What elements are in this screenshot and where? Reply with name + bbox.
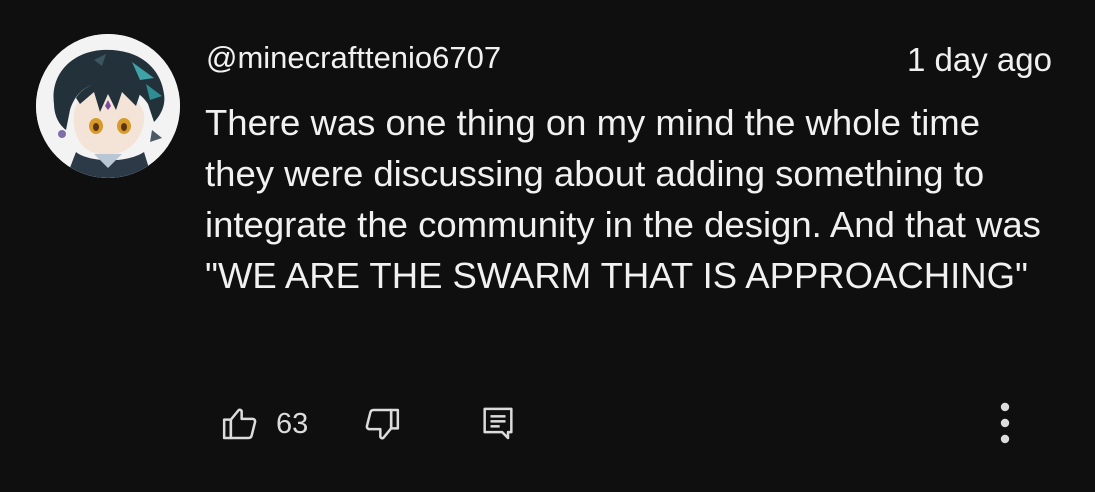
reply-button[interactable] bbox=[474, 400, 522, 446]
like-count: 63 bbox=[276, 408, 309, 440]
avatar-image bbox=[36, 34, 180, 178]
reply-comment-icon bbox=[483, 407, 513, 440]
thumbs-up-icon bbox=[222, 408, 257, 440]
thumbs-down-icon bbox=[365, 408, 400, 440]
dislike-button[interactable] bbox=[358, 402, 406, 448]
like-button[interactable] bbox=[216, 400, 264, 446]
comment-text: There was one thing on my mind the whole… bbox=[205, 102, 1041, 296]
more-options-button[interactable] bbox=[988, 396, 1022, 450]
comment-author[interactable]: @minecrafttenio6707 bbox=[206, 38, 501, 78]
avatar[interactable] bbox=[36, 34, 180, 178]
comment-thread-item: @minecrafttenio6707 1 day ago There was … bbox=[0, 0, 1095, 492]
more-vertical-icon bbox=[1000, 402, 1010, 444]
comment-timestamp[interactable]: 1 day ago bbox=[907, 40, 1052, 80]
